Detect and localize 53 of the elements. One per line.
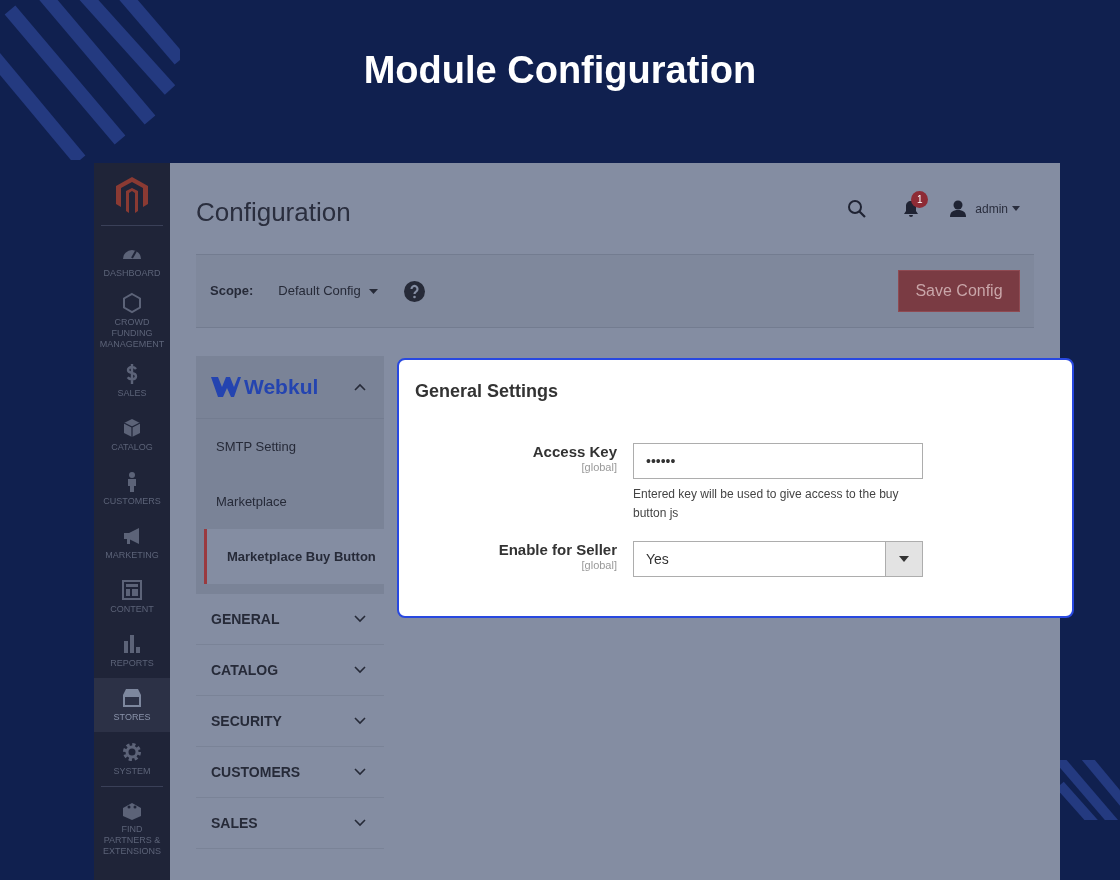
page-heading: Configuration	[196, 196, 352, 229]
chevron-icon	[354, 383, 366, 391]
group-header[interactable]: Webkul	[196, 356, 384, 418]
sidebar-item[interactable]: CUSTOMERS	[94, 462, 170, 516]
storefront-icon	[121, 687, 143, 709]
password-field[interactable]: ••••••	[633, 443, 923, 479]
chevron-icon	[354, 819, 366, 827]
sidebar-item[interactable]: CROWD FUNDING MANAGEMENT	[94, 288, 170, 354]
section-title: General Settings	[415, 380, 560, 403]
sidebar-item[interactable]: STORES	[94, 678, 170, 732]
search-icon[interactable]	[847, 198, 868, 219]
chevron-icon	[354, 717, 366, 725]
chevron-icon	[354, 666, 366, 674]
field-label: Access Key	[532, 443, 617, 461]
caret-icon	[1012, 206, 1020, 211]
scope-note: [global]	[581, 559, 617, 572]
bar-chart-icon	[121, 633, 143, 655]
sidebar-item[interactable]: SYSTEM	[94, 732, 170, 786]
section-header[interactable]: GENERAL	[196, 594, 384, 645]
help-icon[interactable]	[403, 280, 425, 302]
chevron-icon	[354, 768, 366, 776]
section-header[interactable]: SECURITY	[196, 696, 384, 747]
caret-icon	[368, 288, 378, 294]
nav-link[interactable]: Marketplace	[196, 474, 384, 529]
section-header[interactable]: SALES	[196, 798, 384, 849]
chevron-icon	[354, 615, 366, 623]
save-config-button[interactable]: Save Config	[898, 270, 1020, 312]
box-icon	[121, 417, 143, 439]
scope-dropdown[interactable]: Default Config	[278, 281, 378, 301]
scope-note: [global]	[581, 461, 617, 474]
notification-count: 1	[911, 190, 929, 208]
field-note: Entered key will be used to give access to the buy button js	[633, 486, 900, 522]
nav-link[interactable]: Marketplace Buy Button	[204, 529, 384, 584]
user-menu[interactable]: admin	[975, 199, 1020, 218]
field-label: Enable for Seller	[498, 541, 617, 559]
sidebar-item[interactable]: DASHBOARD	[94, 234, 170, 288]
section-header[interactable]: CATALOG	[196, 645, 384, 696]
sidebar-item[interactable]: REPORTS	[94, 624, 170, 678]
sidebar-item[interactable]: CATALOG	[94, 408, 170, 462]
nav-link[interactable]: SMTP Setting	[196, 419, 384, 474]
hexagon-icon	[121, 292, 143, 314]
stripes-decoration	[1060, 760, 1120, 820]
layout-icon	[121, 579, 143, 601]
w-logo-icon	[211, 377, 241, 397]
select-dropdown[interactable]: Yes	[633, 541, 923, 577]
sidebar-item[interactable]: MARKETING	[94, 516, 170, 570]
user-icon	[949, 199, 968, 218]
scope-label: Scope:	[210, 282, 254, 301]
section-header[interactable]: CUSTOMERS	[196, 747, 384, 798]
caret-icon	[899, 556, 909, 562]
page-title: Module Configuration	[363, 48, 757, 93]
settings-icon	[121, 741, 143, 763]
sidebar-item[interactable]: FIND PARTNERS & EXTENSIONS	[94, 795, 170, 861]
